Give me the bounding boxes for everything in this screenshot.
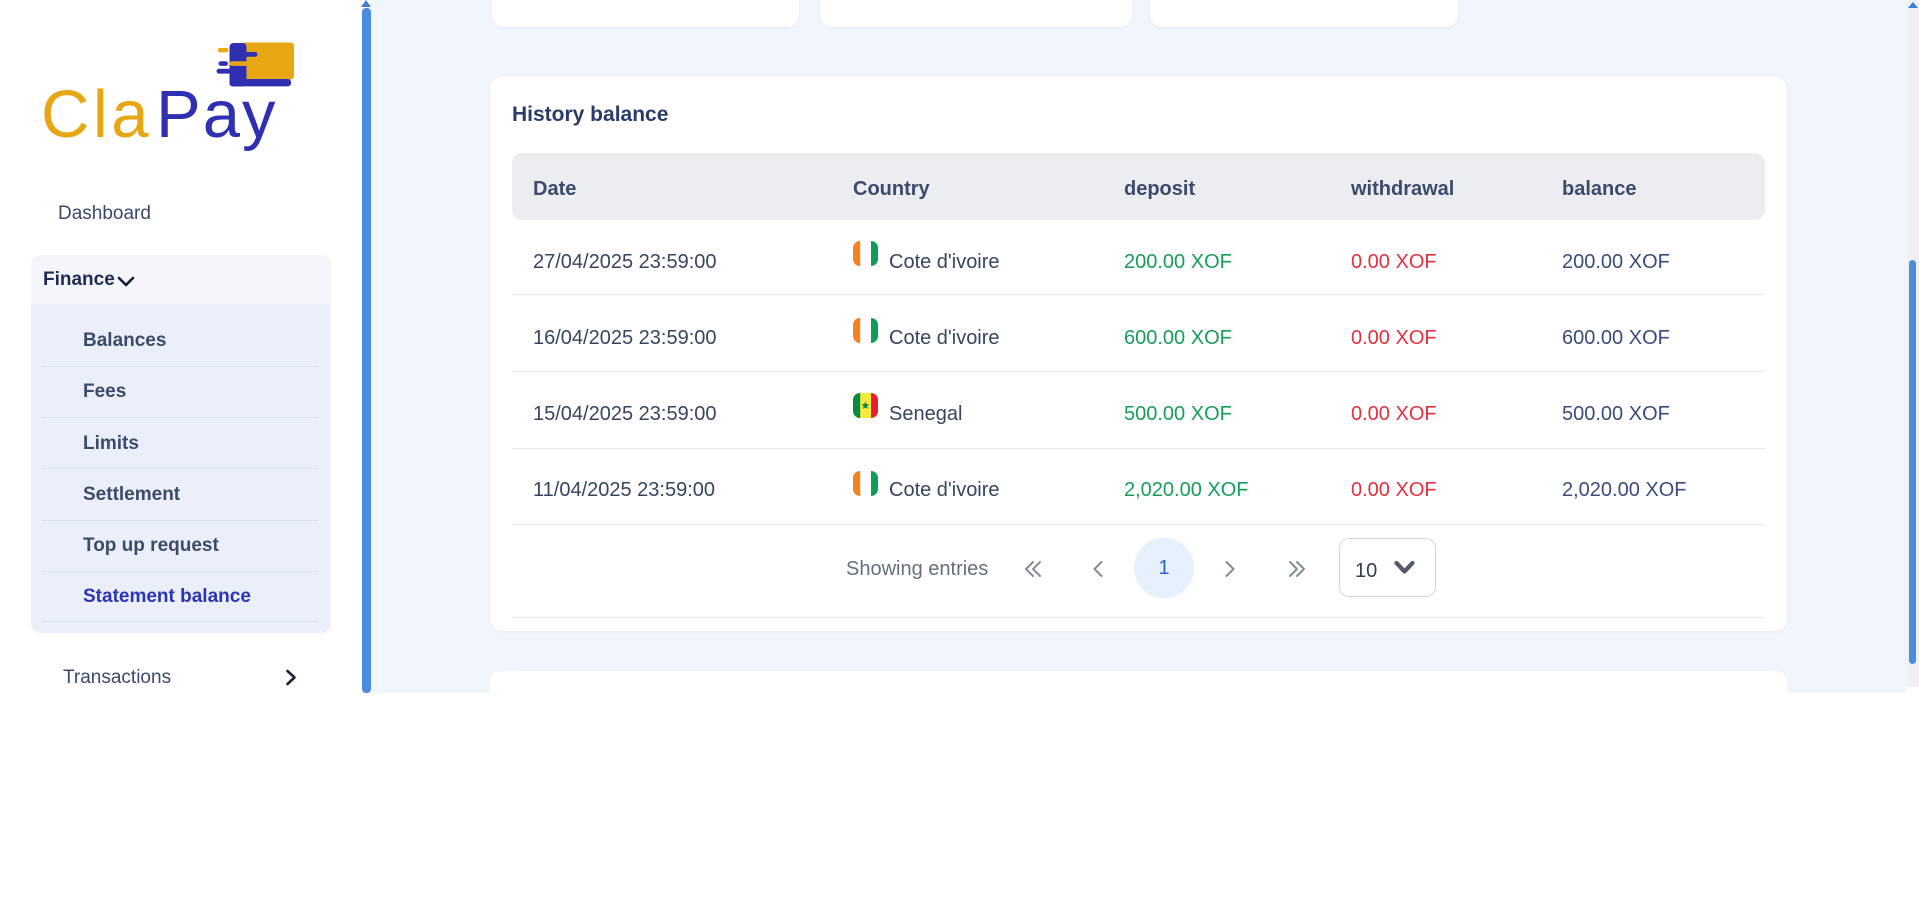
svg-text:Cla: Cla: [41, 77, 152, 152]
svg-text:Pay: Pay: [156, 77, 277, 152]
